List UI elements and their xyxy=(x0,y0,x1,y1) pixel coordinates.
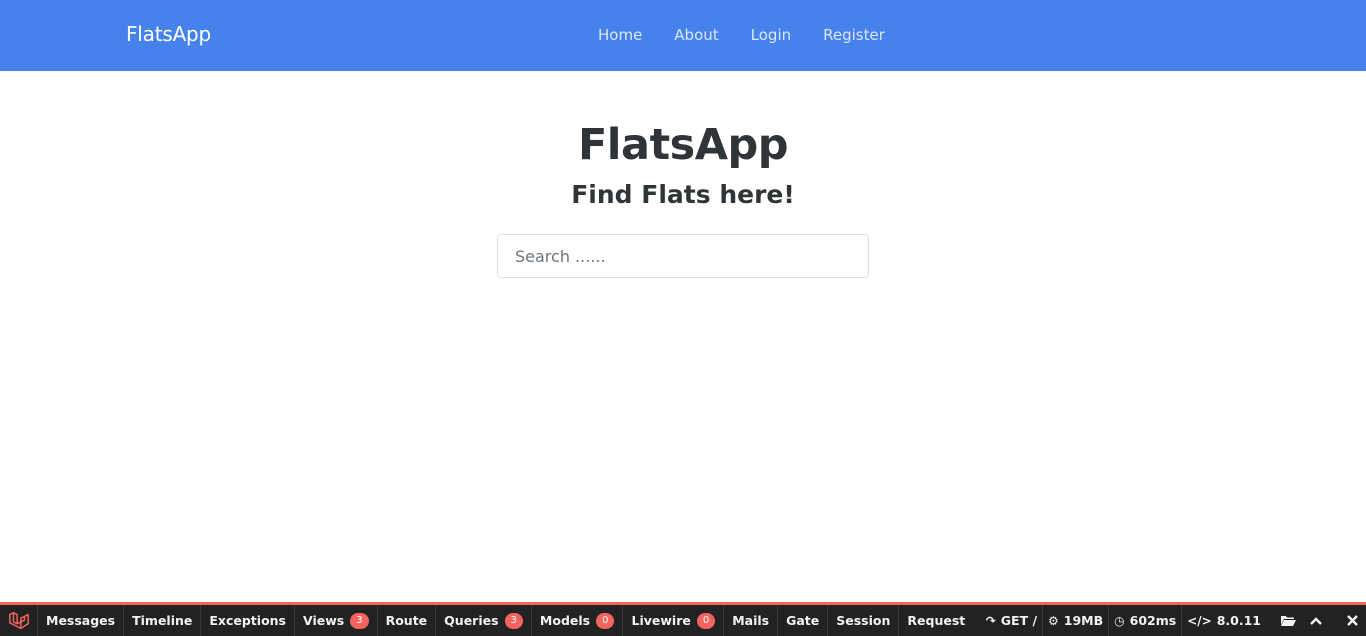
debug-tab-mails[interactable]: Mails xyxy=(724,605,779,636)
nav-link-login[interactable]: Login xyxy=(735,26,807,44)
debug-tabs: Messages Timeline Exceptions Views 3 Rout… xyxy=(38,605,973,636)
time-stat[interactable]: ◷ 602ms xyxy=(1108,605,1181,636)
page-title: FlatsApp xyxy=(577,120,789,170)
share-arrow-icon: ↷ xyxy=(985,613,996,628)
views-count-badge: 3 xyxy=(350,612,369,629)
livewire-count-badge: 0 xyxy=(696,612,716,629)
clock-icon: ◷ xyxy=(1114,613,1125,628)
debug-tab-session[interactable]: Session xyxy=(828,605,900,636)
search-input[interactable] xyxy=(497,234,869,278)
navbar-brand[interactable]: FlatsApp xyxy=(126,22,211,46)
debug-stats: ↷ GET / ⚙ 19MB ◷ 602ms </> 8.0.11 xyxy=(981,605,1366,636)
debug-bar: Messages Timeline Exceptions Views 3 Rout… xyxy=(0,602,1366,636)
page-subtitle: Find Flats here! xyxy=(571,180,795,209)
debug-tab-route[interactable]: Route xyxy=(378,605,437,636)
folder-open-icon[interactable] xyxy=(1274,605,1302,636)
close-icon[interactable] xyxy=(1338,605,1366,636)
queries-count-badge: 3 xyxy=(504,612,523,629)
code-icon: </> xyxy=(1187,613,1212,628)
debug-tab-livewire[interactable]: Livewire 0 xyxy=(623,605,725,636)
debug-tab-messages[interactable]: Messages xyxy=(38,605,125,636)
chevron-up-icon[interactable] xyxy=(1302,605,1330,636)
php-version-stat: </> 8.0.11 xyxy=(1181,605,1266,636)
request-method-stat[interactable]: ↷ GET / xyxy=(981,605,1042,636)
debug-tab-queries[interactable]: Queries 3 xyxy=(436,605,532,636)
models-count-badge: 0 xyxy=(596,612,615,629)
nav-link-home[interactable]: Home xyxy=(582,26,658,44)
debug-tab-timeline[interactable]: Timeline xyxy=(124,605,202,636)
laravel-logo-icon[interactable] xyxy=(0,605,38,636)
cogs-icon: ⚙ xyxy=(1048,613,1059,628)
navbar: FlatsApp Home About Login Register xyxy=(0,0,1366,71)
debug-tab-gate[interactable]: Gate xyxy=(778,605,829,636)
debug-tab-request[interactable]: Request xyxy=(899,605,973,636)
memory-stat: ⚙ 19MB xyxy=(1042,605,1108,636)
debug-tab-views[interactable]: Views 3 xyxy=(295,605,378,636)
nav-links: Home About Login Register xyxy=(582,26,901,44)
nav-link-about[interactable]: About xyxy=(658,26,734,44)
nav-link-register[interactable]: Register xyxy=(807,26,901,44)
debug-tab-exceptions[interactable]: Exceptions xyxy=(201,605,295,636)
debug-tab-models[interactable]: Models 0 xyxy=(532,605,624,636)
hero-section: FlatsApp Find Flats here! xyxy=(0,118,1366,212)
